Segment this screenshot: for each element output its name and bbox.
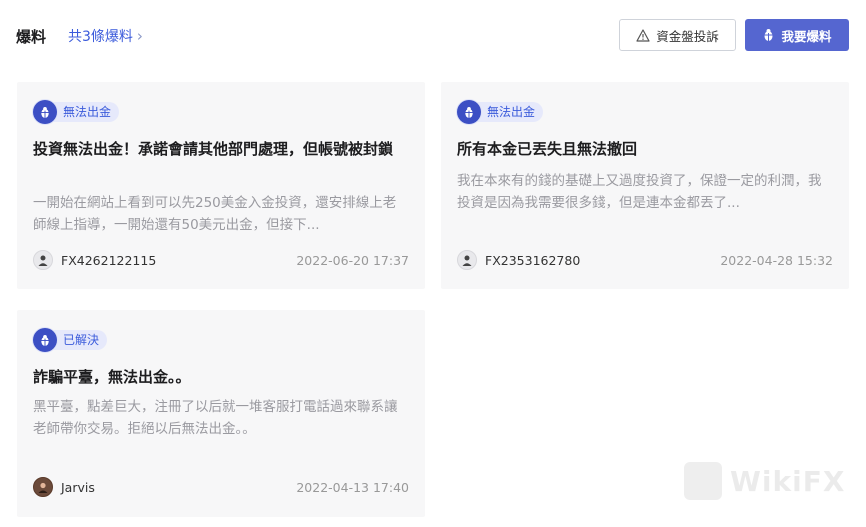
status-badge: 已解決 xyxy=(33,328,108,352)
user-avatar-icon xyxy=(457,250,477,270)
card-footer: Jarvis 2022-04-13 17:40 xyxy=(33,476,409,498)
card-description: 一開始在網站上看到可以先250美金入金投資，還安排線上老師線上指導，一開始還有5… xyxy=(33,195,397,233)
author-name: Jarvis xyxy=(61,479,95,495)
author-name: FX4262122115 xyxy=(61,252,157,268)
page-header: 爆料 共3條爆料 › 資金盤投訴 我要爆料 xyxy=(0,0,866,72)
author-name: FX2353162780 xyxy=(485,252,581,268)
user-avatar-icon xyxy=(33,477,53,497)
status-label: 無法出金 xyxy=(475,102,544,122)
card-title: 詐騙平臺，無法出金。。 xyxy=(33,368,191,386)
bug-icon xyxy=(763,29,775,41)
watermark-text: WikiFX xyxy=(730,464,846,498)
status-label: 無法出金 xyxy=(51,102,120,122)
card-footer: FX4262122115 2022-06-20 17:37 xyxy=(33,249,409,271)
expose-label: 我要爆料 xyxy=(781,28,832,44)
expose-button[interactable]: 我要爆料 xyxy=(745,19,849,51)
watermark: WikiFX xyxy=(684,462,845,500)
card-description: 黑平臺，點差巨大，注冊了以后就一堆客服打電話過來聯系讓老師帶你交易。拒絕以后無法… xyxy=(33,399,398,437)
warning-triangle-icon xyxy=(636,28,650,42)
status-badge: 無法出金 xyxy=(33,100,120,124)
bug-icon xyxy=(33,100,57,124)
user-avatar-icon xyxy=(33,250,53,270)
exposure-card[interactable]: 已解決 詐騙平臺，無法出金。。 黑平臺，點差巨大，注冊了以后就一堆客服打電話過來… xyxy=(17,310,425,517)
post-time: 2022-04-13 17:40 xyxy=(296,479,409,495)
exposure-count-label: 共3條爆料 xyxy=(68,29,133,45)
chevron-right-icon: › xyxy=(136,27,143,45)
page-title: 爆料 xyxy=(16,28,47,46)
bug-icon xyxy=(457,100,481,124)
exposure-card[interactable]: 無法出金 所有本金已丟失且無法撤回 我在本來有的錢的基礎上又過度投資了，保證一定… xyxy=(441,82,849,289)
card-description: 我在本來有的錢的基礎上又過度投資了，保證一定的利潤，我投資是因為我需要很多錢，但… xyxy=(457,173,822,211)
card-title: 投資無法出金！承諾會請其他部門處理，但帳號被封鎖 xyxy=(33,140,394,158)
post-time: 2022-04-28 15:32 xyxy=(720,252,833,268)
post-time: 2022-06-20 17:37 xyxy=(296,252,409,268)
exposure-count-link[interactable]: 共3條爆料 › xyxy=(68,26,143,46)
card-footer: FX2353162780 2022-04-28 15:32 xyxy=(457,249,833,271)
exposure-card[interactable]: 無法出金 投資無法出金！承諾會請其他部門處理，但帳號被封鎖 一開始在網站上看到可… xyxy=(17,82,425,289)
bug-icon xyxy=(33,328,57,352)
status-badge: 無法出金 xyxy=(457,100,544,124)
card-title: 所有本金已丟失且無法撤回 xyxy=(457,140,638,158)
status-label: 已解決 xyxy=(51,330,108,350)
fund-scheme-complaint-label: 資金盤投訴 xyxy=(656,28,719,44)
watermark-logo-icon xyxy=(684,462,722,500)
fund-scheme-complaint-button[interactable]: 資金盤投訴 xyxy=(619,19,736,51)
